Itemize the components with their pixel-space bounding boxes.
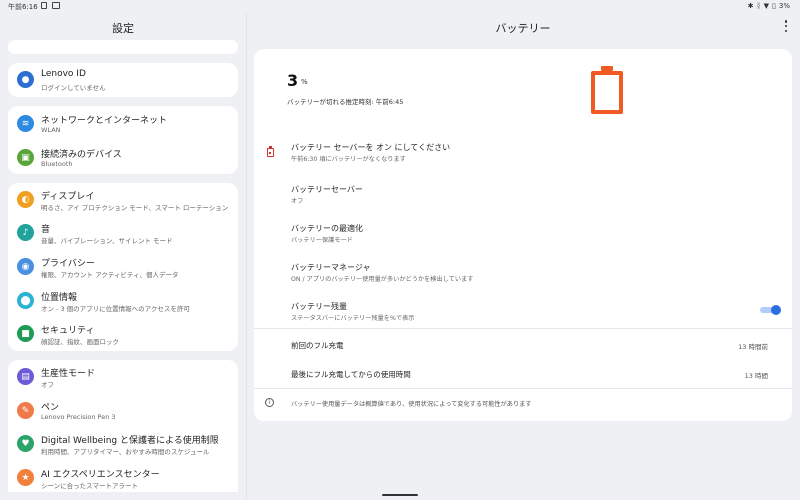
pane-divider (246, 12, 247, 500)
settings-item-title: プライバシー (41, 259, 95, 269)
settings-item-privacy[interactable]: ◉ プライバシー 権限、アカウント アクティビティ、個人データ (8, 250, 238, 284)
battery-usage-disclaimer: バッテリー使用量データは概算値であり、使用状況によって変化する可能性があります (291, 401, 532, 408)
settings-item-security[interactable]: ■ セキュリティ 顔認証、指紋、画面ロック (8, 317, 238, 351)
usage-since-full-charge-row: 最後にフル充電してからの使用時間 13 時間 (254, 369, 792, 383)
stat-label: 前回のフル充電 (291, 341, 344, 350)
battery-percent: 3% (778, 2, 790, 10)
settings-item-location[interactable]: ⬤ 位置情報 オン - 3 個のアプリに位置情報へのアクセスを許可 (8, 284, 238, 318)
row-subtitle: ON / アプリのバッテリー使用量が多いかどうかを検出しています (291, 276, 474, 283)
notification-icon (41, 2, 47, 9)
vibrate-icon: ᛝ (756, 2, 761, 10)
screenshot-icon (52, 2, 60, 9)
row-subtitle: オフ (291, 198, 304, 205)
settings-item-display[interactable]: ◐ ディスプレイ 明るさ、アイ プロテクション モード、スマート ローテーション (8, 183, 238, 217)
row-title: バッテリー セーバーを オン にしてください (291, 143, 451, 152)
location-icon: ⬤ (17, 292, 34, 309)
battery-status-icon: ▯ (772, 2, 776, 10)
wifi-status-icon: ▼ (763, 2, 770, 10)
settings-item-digital-wellbeing[interactable]: ♥ Digital Wellbeing と保護者による使用制限 利用時間、アプリ… (8, 427, 238, 461)
settings-item-title: 位置情報 (41, 293, 78, 303)
battery-percentage-row[interactable]: バッテリー残量 ステータスバーにバッテリー残量を%で表示 (254, 301, 792, 325)
row-subtitle: 午前6:30 頃にバッテリーがなくなります (291, 156, 406, 163)
settings-item-title: ペン (41, 403, 60, 413)
battery-card: 3 % バッテリーが切れる推定時刻: 午前6:45 バッテリー セーバーを オン… (254, 49, 792, 421)
settings-item-subtitle: オフ (41, 381, 54, 389)
settings-card-device: ◐ ディスプレイ 明るさ、アイ プロテクション モード、スマート ローテーション… (8, 183, 238, 351)
settings-item-ai-experience[interactable]: ★ AI エクスペリエンスセンター シーンに合ったスマートアラート (8, 461, 238, 495)
row-subtitle: バッテリー保護モード (291, 237, 353, 244)
battery-level-icon (591, 66, 623, 114)
row-title: バッテリーの最適化 (291, 224, 363, 233)
settings-item-sound[interactable]: ♪ 音 音量、バイブレーション、サイレント モード (8, 216, 238, 250)
settings-item-title: Lenovo ID (41, 69, 86, 79)
status-time: 午前6:16 (8, 3, 38, 11)
row-title: バッテリーセーバー (291, 185, 363, 194)
battery-percentage-toggle[interactable] (760, 305, 781, 315)
battery-page-title: バッテリー (495, 22, 551, 35)
sound-icon: ♪ (17, 224, 34, 241)
pen-icon: ✎ (17, 402, 34, 419)
privacy-icon: ◉ (17, 258, 34, 275)
settings-item-lenovo-id[interactable]: ● Lenovo ID ログインしていません (8, 63, 238, 97)
stat-label: 最後にフル充電してからの使用時間 (291, 370, 411, 379)
battery-saver-row[interactable]: バッテリーセーバー オフ (254, 184, 792, 208)
settings-item-subtitle: ログインしていません (41, 84, 106, 92)
home-indicator[interactable] (382, 494, 418, 496)
settings-item-subtitle: 顔認証、指紋、画面ロック (41, 338, 119, 346)
settings-item-subtitle: WLAN (41, 126, 61, 134)
settings-title: 設定 (112, 22, 134, 35)
battery-saver-prompt[interactable]: バッテリー セーバーを オン にしてください 午前6:30 頃にバッテリーがなく… (254, 142, 792, 166)
settings-item-title: ネットワークとインターネット (41, 116, 168, 126)
settings-item-title: 音 (41, 225, 51, 235)
display-icon: ◐ (17, 191, 34, 208)
productivity-icon: ▤ (17, 368, 34, 385)
wifi-icon: ≋ (17, 115, 34, 132)
settings-item-title: ディスプレイ (41, 192, 95, 202)
devices-icon: ▣ (17, 149, 34, 166)
person-icon: ● (17, 71, 34, 88)
battery-percent-unit: % (301, 78, 308, 86)
settings-card-clipped (8, 40, 238, 54)
settings-item-title: 接続済みのデバイス (41, 150, 122, 160)
battery-estimate: バッテリーが切れる推定時刻: 午前6:45 (287, 98, 404, 106)
settings-item-productivity[interactable]: ▤ 生産性モード オフ (8, 360, 238, 394)
settings-item-title: Digital Wellbeing と保護者による使用制限 (41, 436, 219, 446)
info-icon: i (265, 398, 274, 407)
stat-value: 13 時間 (744, 372, 768, 380)
settings-card-features: ▤ 生産性モード オフ ✎ ペン Lenovo Precision Pen 3 … (8, 360, 238, 492)
status-icons: ✱ ᛝ ▼ ▯ 3% (748, 2, 790, 10)
settings-item-subtitle: オン - 3 個のアプリに位置情報へのアクセスを許可 (41, 305, 190, 313)
divider (254, 388, 792, 389)
lock-icon: ■ (17, 325, 34, 342)
bluetooth-icon: ✱ (747, 2, 754, 10)
settings-item-subtitle: 利用時間、アプリタイマー、おやすみ時間のスケジュール (41, 448, 210, 456)
wellbeing-icon: ♥ (17, 435, 34, 452)
settings-card-account: ● Lenovo ID ログインしていません (8, 63, 238, 97)
ai-star-icon: ★ (17, 469, 34, 486)
settings-item-title: 生産性モード (41, 369, 96, 379)
row-title: バッテリーマネージャ (291, 263, 371, 272)
settings-item-subtitle: Lenovo Precision Pen 3 (41, 413, 116, 421)
battery-percent-value: 3 (287, 71, 299, 90)
divider (254, 328, 792, 329)
settings-item-subtitle: 明るさ、アイ プロテクション モード、スマート ローテーション (41, 204, 229, 212)
settings-item-title: セキュリティ (41, 326, 95, 336)
status-bar: 午前6:16 ✱ ᛝ ▼ ▯ 3% (0, 0, 800, 12)
settings-item-subtitle: シーンに合ったスマートアラート (41, 482, 138, 490)
more-options-icon[interactable] (784, 20, 788, 32)
row-title: バッテリー残量 (291, 302, 347, 311)
row-subtitle: ステータスバーにバッテリー残量を%で表示 (291, 315, 415, 322)
battery-manager-row[interactable]: バッテリーマネージャ ON / アプリのバッテリー使用量が多いかどうかを検出して… (254, 262, 792, 286)
last-full-charge-row: 前回のフル充電 13 時間前 (254, 340, 792, 354)
stat-value: 13 時間前 (738, 343, 768, 351)
settings-item-pen[interactable]: ✎ ペン Lenovo Precision Pen 3 (8, 394, 238, 428)
settings-item-subtitle: Bluetooth (41, 160, 73, 168)
battery-optimization-row[interactable]: バッテリーの最適化 バッテリー保護モード (254, 223, 792, 247)
settings-card-connectivity: ≋ ネットワークとインターネット WLAN ▣ 接続済みのデバイス Blueto… (8, 106, 238, 174)
settings-item-connected-devices[interactable]: ▣ 接続済みのデバイス Bluetooth (8, 141, 238, 175)
settings-item-title: AI エクスペリエンスセンター (41, 470, 160, 480)
settings-item-subtitle: 音量、バイブレーション、サイレント モード (41, 237, 173, 245)
settings-item-subtitle: 権限、アカウント アクティビティ、個人データ (41, 271, 179, 279)
settings-item-network[interactable]: ≋ ネットワークとインターネット WLAN (8, 107, 238, 141)
